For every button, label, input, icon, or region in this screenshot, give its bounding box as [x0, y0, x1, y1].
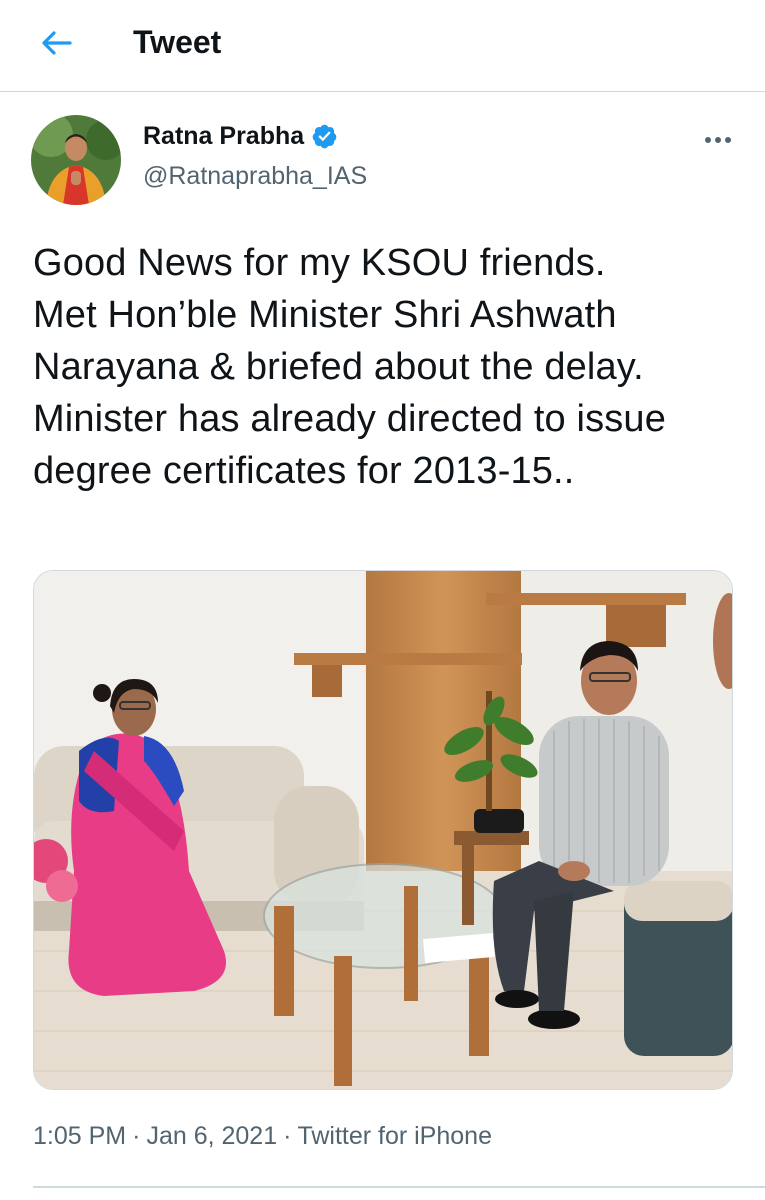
tweet-source[interactable]: Twitter for iPhone [297, 1122, 492, 1150]
author-display-name[interactable]: Ratna Prabha [143, 122, 304, 151]
tweet-date[interactable]: Jan 6, 2021 [146, 1122, 277, 1150]
more-options-icon [705, 137, 731, 143]
author-handle[interactable]: @Ratnaprabha_IAS [143, 162, 367, 191]
tweet-photo[interactable] [33, 570, 733, 1090]
tweet-text: Good News for my KSOU friends. Met Hon’b… [33, 242, 666, 492]
back-button[interactable] [36, 22, 76, 62]
divider [33, 1186, 765, 1188]
meta-separator: · [132, 1122, 141, 1150]
avatar-image [31, 115, 121, 205]
page-title: Tweet [133, 24, 222, 60]
author-name-row: Ratna Prabha [143, 122, 338, 151]
verified-badge-icon [312, 124, 337, 149]
tweet-time[interactable]: 1:05 PM [33, 1122, 126, 1150]
meeting-photo [34, 571, 732, 1089]
avatar[interactable] [31, 115, 121, 205]
top-bar: Tweet [0, 0, 765, 92]
back-arrow-icon [42, 31, 72, 55]
meta-separator: · [283, 1122, 292, 1150]
tweet-meta: 1:05 PM · Jan 6, 2021 · Twitter for iPhone [33, 1122, 492, 1151]
more-options-button[interactable] [700, 126, 736, 154]
